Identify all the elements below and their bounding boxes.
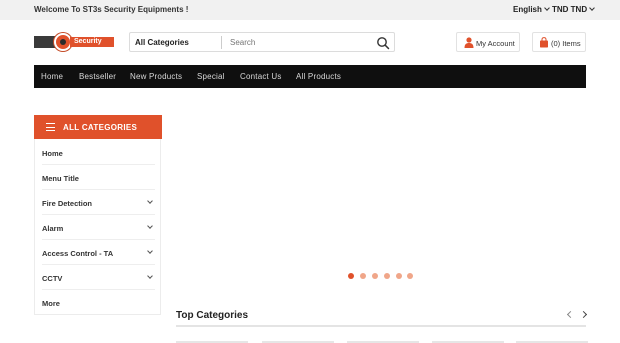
all-categories-header[interactable]: ALL CATEGORIES [34, 115, 162, 139]
shopping-bag-icon [540, 37, 548, 48]
chevron-down-icon [589, 5, 595, 11]
currency-label: TND TND [552, 5, 588, 14]
category-item-fire-detection[interactable]: Fire Detection [42, 190, 155, 215]
chevron-left-icon[interactable] [566, 311, 574, 319]
currency-selector[interactable]: TND TND [552, 5, 595, 14]
nav-item-new-products[interactable]: New Products [130, 72, 182, 81]
category-label: Menu Title [42, 174, 79, 183]
top-categories-title: Top Categories [176, 310, 249, 321]
my-account-button[interactable]: My Account [456, 32, 520, 52]
language-label: English [513, 5, 542, 14]
category-item-more[interactable]: More [42, 290, 155, 315]
welcome-message: Welcome To ST3s Security Equipments ! [34, 5, 189, 14]
user-icon [464, 37, 474, 48]
cart-label: (0) Items [551, 39, 581, 48]
category-sidebar: ALL CATEGORIES Home Menu Title Fire Dete… [34, 115, 162, 315]
category-item-menu-title[interactable]: Menu Title [42, 165, 155, 190]
slider-dot[interactable] [384, 273, 390, 279]
nav-item-special[interactable]: Special [197, 72, 225, 81]
main-nav: Home Bestseller New Products Special Con… [34, 65, 586, 88]
chevron-right-icon[interactable] [580, 311, 588, 319]
chevron-down-icon [147, 198, 153, 204]
search-divider [221, 36, 226, 49]
logo-text: Security [70, 37, 114, 47]
site-logo[interactable]: Security [34, 33, 114, 51]
slider-dot[interactable] [407, 273, 413, 279]
search-category-select[interactable]: All Categories [135, 38, 189, 47]
search-input[interactable] [230, 35, 370, 49]
nav-item-bestseller[interactable]: Bestseller [79, 72, 116, 81]
top-bar: Welcome To ST3s Security Equipments ! En… [0, 0, 620, 20]
search-bar: All Categories [129, 32, 395, 52]
chevron-down-icon [147, 223, 153, 229]
search-icon[interactable] [376, 36, 390, 50]
category-label: More [42, 299, 60, 308]
slider-dot[interactable] [360, 273, 366, 279]
cart-button[interactable]: (0) Items [532, 32, 586, 52]
category-item-home[interactable]: Home [42, 140, 155, 165]
category-item-cctv[interactable]: CCTV [42, 265, 155, 290]
slider-dot[interactable] [348, 273, 354, 279]
chevron-down-icon [147, 273, 153, 279]
nav-item-all-products[interactable]: All Products [296, 72, 341, 81]
chevron-down-icon [147, 248, 153, 254]
category-item-alarm[interactable]: Alarm [42, 215, 155, 240]
hamburger-icon [46, 123, 55, 131]
category-label: Access Control - TA [42, 249, 114, 258]
category-label: Fire Detection [42, 199, 93, 208]
chevron-down-icon [544, 5, 550, 11]
category-label: Alarm [42, 224, 64, 233]
my-account-label: My Account [476, 39, 515, 48]
section-divider [176, 325, 586, 327]
language-selector[interactable]: English [513, 5, 550, 14]
logo-mark [34, 36, 56, 48]
category-item-access-control[interactable]: Access Control - TA [42, 240, 155, 265]
category-label: Home [42, 149, 63, 158]
slider-dot[interactable] [396, 273, 402, 279]
all-categories-title: ALL CATEGORIES [63, 123, 138, 132]
nav-item-home[interactable]: Home [41, 72, 63, 81]
nav-item-contact-us[interactable]: Contact Us [240, 72, 282, 81]
category-label: CCTV [42, 274, 63, 283]
slider-dot[interactable] [372, 273, 378, 279]
